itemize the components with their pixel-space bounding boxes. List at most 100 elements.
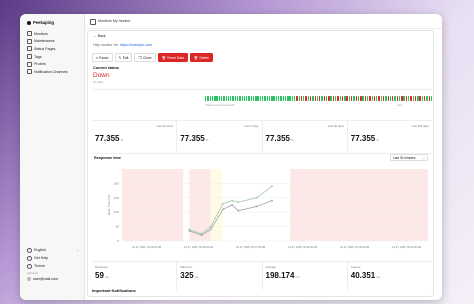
heartbeat-up	[417, 96, 419, 101]
sidebar-item-label: Notification Channels	[34, 69, 68, 74]
heartbeat-up	[385, 96, 387, 101]
heartbeat-down	[401, 96, 403, 101]
heartbeat-caption: Check every 60 seconds	[205, 104, 235, 107]
brand-name: Peekaping	[33, 20, 54, 25]
stat-number: 77.355	[350, 134, 376, 143]
heartbeat-up	[262, 96, 264, 101]
stat-number: 77.355	[95, 134, 120, 143]
sidebar-item-label: Monitors	[34, 31, 48, 36]
heartbeat-down	[364, 96, 367, 101]
heartbeat-up	[264, 96, 266, 101]
heartbeat-up	[216, 96, 218, 101]
data-point	[237, 209, 240, 212]
stat-7d: Last 7 days 77.355%	[177, 121, 263, 153]
sidebar: Peekaping Monitors Maintenance Status Pa…	[20, 14, 85, 300]
stat-number: 198.174	[265, 271, 295, 280]
heartbeat-down	[332, 96, 335, 101]
heartbeat-down	[337, 96, 339, 101]
stat-value: 77.355%	[95, 134, 173, 143]
stat-unit: ms	[295, 275, 300, 279]
clone-button[interactable]: ❐ Clone	[134, 53, 156, 62]
brand: Peekaping	[27, 20, 54, 25]
heartbeat-up	[232, 96, 234, 101]
stat-365d: Last 365 days 77.355%	[348, 121, 432, 153]
heartbeat-down	[323, 96, 326, 101]
heartbeat-up	[243, 96, 246, 101]
stat-value: 77.355%	[351, 134, 429, 143]
y-tick-label: 150	[114, 196, 119, 200]
heartbeat-up	[403, 96, 405, 101]
breadcrumb: Monitors My monitor	[98, 18, 131, 23]
heartbeat-down	[346, 96, 348, 101]
monitor-url-link[interactable]: https://example.com	[120, 43, 152, 47]
delete-label: Delete	[199, 55, 209, 60]
trash-icon: 🗑	[193, 55, 198, 60]
heartbeat-down	[410, 96, 412, 101]
data-point	[222, 202, 224, 205]
heartbeat-up	[207, 96, 209, 101]
action-buttons: ⏸ Pause ✎ Edit ❐ Clone 🗑 Reset Data 🗑 Delete	[92, 53, 213, 62]
heartbeat-down	[428, 96, 430, 101]
x-tick-label: Jul 27, 2025, 09:19:00 AM	[340, 246, 369, 249]
language-select[interactable]: English ⌄	[27, 246, 79, 254]
heartbeat-up	[209, 96, 211, 101]
delete-button[interactable]: 🗑 Delete	[189, 53, 213, 62]
activity-icon	[27, 31, 32, 37]
network-icon	[27, 61, 32, 67]
heartbeat-up	[284, 96, 287, 101]
heartbeat-up	[293, 96, 296, 101]
stat-average: Average 198.174ms	[263, 262, 348, 290]
sidebar-item-tags[interactable]: Tags	[27, 53, 68, 61]
theme-toggle[interactable]: Theme	[27, 262, 79, 270]
heartbeat-down	[300, 96, 303, 101]
heartbeat-down	[392, 96, 394, 101]
heartbeat-up	[234, 96, 237, 101]
sidebar-item-notification-channels[interactable]: Notification Channels	[27, 68, 68, 76]
stat-label: Latency	[350, 265, 361, 269]
stat-unit: %	[290, 138, 294, 142]
y-tick-label: 100	[114, 210, 119, 214]
sidebar-item-status-pages[interactable]: Status Pages	[27, 45, 68, 53]
heartbeat-up	[273, 96, 275, 101]
stat-label: Last 365 days	[411, 124, 429, 128]
heartbeat-up	[312, 96, 314, 101]
stat-30d: Last 30 days 77.355%	[263, 121, 348, 153]
heartbeat-up	[339, 96, 341, 101]
heartbeat-up	[353, 96, 355, 101]
brand-logo-icon	[27, 20, 31, 25]
back-button[interactable]: ← Back	[93, 34, 106, 38]
heartbeat-up	[398, 96, 401, 101]
heartbeat-down	[355, 96, 357, 101]
app-window: Peekaping Monitors Maintenance Status Pa…	[20, 14, 442, 300]
reset-data-label: Reset Data	[167, 55, 184, 60]
time-range-value: Last 30 minutes	[393, 155, 416, 160]
sidebar-item-label: Maintenance	[34, 39, 55, 44]
heartbeat-down	[328, 96, 330, 101]
heartbeat-up	[236, 96, 239, 101]
sidebar-item-maintenance[interactable]: Maintenance	[27, 38, 68, 46]
heartbeat-down	[296, 96, 298, 101]
heartbeat-up	[303, 96, 305, 101]
heartbeat-up	[348, 96, 351, 101]
sidebar-item-proxies[interactable]: Proxies	[27, 60, 68, 68]
help-label: Get Help	[34, 256, 49, 260]
stat-maximum: Maximum 325ms	[177, 262, 263, 290]
edit-button[interactable]: ✎ Edit	[114, 53, 133, 62]
user-menu[interactable]: user@mail.com	[27, 275, 79, 283]
x-tick-label: Jul 27, 2025, 09:17:00 AM	[236, 246, 265, 249]
heartbeat-down	[314, 96, 316, 101]
current-status-sub: No data	[93, 80, 103, 84]
stat-number: 77.355	[265, 134, 290, 143]
sidebar-toggle-icon[interactable]	[90, 19, 96, 25]
pause-button[interactable]: ⏸ Pause	[92, 53, 113, 62]
reset-data-button[interactable]: 🗑 Reset Data	[157, 53, 188, 62]
heartbeat-down	[369, 96, 371, 101]
time-range-select[interactable]: Last 30 minutes ⌄	[390, 154, 428, 161]
get-help-link[interactable]: Get Help	[27, 254, 79, 262]
status-band	[122, 169, 184, 241]
sidebar-item-monitors[interactable]: Monitors	[27, 30, 68, 38]
heartbeat-down	[382, 96, 385, 101]
theme-icon	[27, 263, 32, 269]
stat-number: 40.351	[350, 271, 376, 280]
heartbeat-up	[211, 96, 214, 101]
